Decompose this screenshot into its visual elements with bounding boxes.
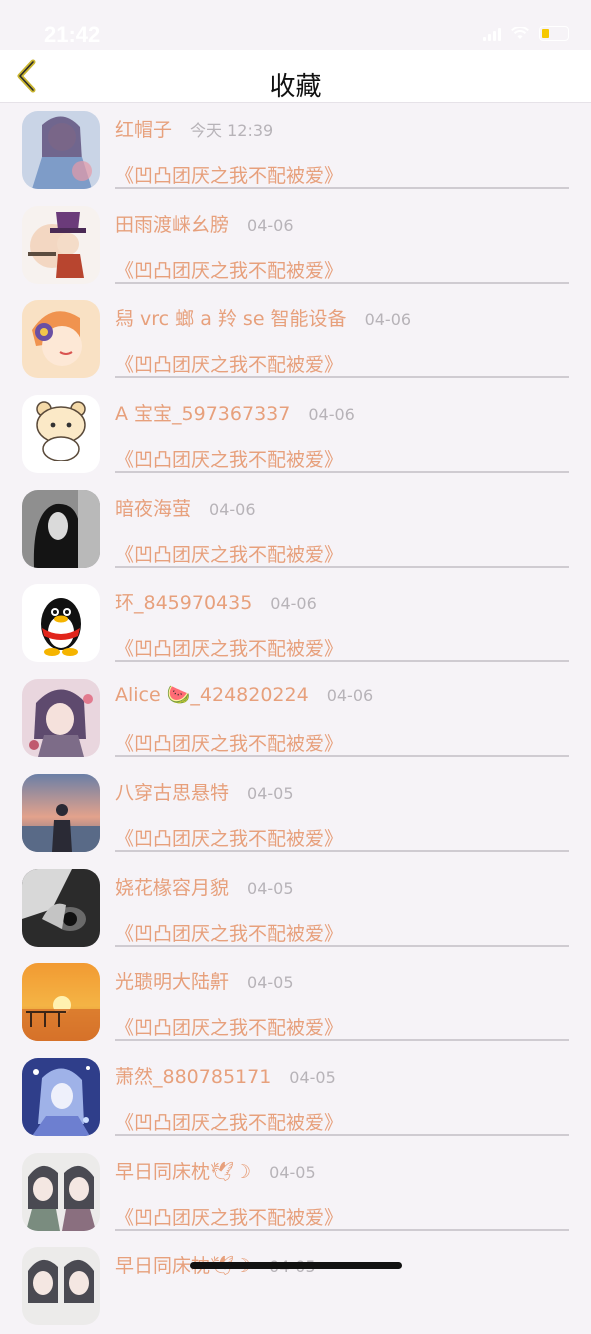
avatar-anime-duo-image — [22, 1152, 100, 1231]
row-divider — [115, 187, 569, 189]
work-title[interactable]: 《凹凸团厌之我不配被爱》 — [115, 634, 343, 661]
list-item[interactable]: Alice 🍉_424820224 04-06 《凹凸团厌之我不配被爱》 — [0, 671, 591, 766]
favorite-date: 04-06 — [247, 215, 294, 235]
list-item[interactable]: A 宝宝_597367337 04-06 《凹凸团厌之我不配被爱》 — [0, 387, 591, 482]
avatar-chibi-hat-image — [22, 205, 100, 284]
avatar[interactable] — [22, 1057, 100, 1136]
status-bar: 21:42 — [0, 0, 591, 50]
favorites-list: 红帽子 今天 12:39 《凹凸团厌之我不配被爱》 田雨渡崃幺膀 04-06 《凹凸… — [0, 103, 591, 1334]
avatar-anime-blue-image — [22, 1057, 100, 1136]
home-indicator[interactable] — [190, 1262, 402, 1269]
row-divider — [115, 755, 569, 758]
work-title[interactable]: 《凹凸团厌之我不配被爱》 — [115, 919, 343, 946]
user-name: Alice 🍉_424820224 — [115, 684, 309, 707]
list-item[interactable]: 田雨渡崃幺膀 04-06 《凹凸团厌之我不配被爱》 — [0, 198, 591, 293]
favorite-date: 04-05 — [289, 1067, 336, 1087]
row-divider — [115, 849, 569, 852]
work-title[interactable]: 《凹凸团厌之我不配被爱》 — [115, 1013, 343, 1040]
avatar[interactable] — [22, 300, 100, 379]
work-title[interactable]: 《凹凸团厌之我不配被爱》 — [115, 824, 343, 851]
avatar[interactable] — [22, 963, 100, 1042]
favorite-date: 04-06 — [270, 594, 317, 614]
work-title[interactable]: 《凹凸团厌之我不配被爱》 — [115, 1203, 343, 1230]
user-name: 暗夜海萤 — [115, 497, 192, 520]
favorite-date: 今天 12:39 — [190, 121, 274, 140]
avatar-sunset-sea-image — [22, 963, 100, 1042]
work-title[interactable]: 《凹凸团厌之我不配被爱》 — [115, 540, 343, 567]
user-name: 环_845970435 — [115, 592, 253, 615]
work-title[interactable]: 《凹凸团厌之我不配被爱》 — [115, 256, 343, 283]
avatar[interactable] — [22, 868, 100, 947]
user-name: 早日同床枕🕊☽ — [115, 1160, 252, 1183]
wifi-icon — [511, 27, 529, 39]
list-item[interactable]: 红帽子 今天 12:39 《凹凸团厌之我不配被爱》 — [0, 103, 591, 198]
row-divider — [115, 660, 569, 663]
avatar[interactable] — [22, 395, 100, 474]
status-time: 21:42 — [44, 22, 101, 47]
avatar[interactable] — [22, 1152, 100, 1231]
list-item[interactable]: 舄 vrc 螂 a 羚 se 智能设备 04-06 《凹凸团厌之我不配被爱》 — [0, 292, 591, 387]
row-divider — [115, 281, 569, 284]
favorite-date: 04-06 — [364, 310, 412, 330]
user-name: 娆花椽容月貌 — [115, 876, 230, 899]
list-item[interactable]: 早日同床枕🕊☽04-05 — [0, 1239, 591, 1334]
avatar-penguin-image — [22, 584, 100, 663]
list-item[interactable]: 环_845970435 04-06 《凹凸团厌之我不配被爱》 — [0, 576, 591, 671]
avatar-bw-camera-image — [22, 868, 100, 947]
list-item[interactable]: 八穿古思悬特 04-05 《凹凸团厌之我不配被爱》 — [0, 766, 591, 861]
signal-icon — [483, 27, 501, 41]
favorite-date: 04-05 — [247, 878, 294, 898]
work-title[interactable]: 《凹凸团厌之我不配被爱》 — [115, 350, 343, 377]
user-name: A 宝宝_597367337 — [115, 403, 291, 426]
row-divider — [115, 1039, 569, 1042]
row-divider — [115, 944, 569, 947]
page-title: 收藏 — [269, 72, 322, 102]
list-item[interactable]: 娆花椽容月貌 04-05 《凹凸团厌之我不配被爱》 — [0, 861, 591, 956]
row-divider — [115, 376, 569, 379]
row-divider — [115, 565, 569, 568]
list-item[interactable]: 萧然_880785171 04-05 《凹凸团厌之我不配被爱》 — [0, 1050, 591, 1145]
avatar-cartoon-bear-image — [22, 395, 100, 474]
favorite-date: 04-06 — [209, 499, 256, 519]
user-name: 萧然_880785171 — [115, 1065, 272, 1088]
list-item[interactable]: 暗夜海萤 04-06 《凹凸团厌之我不配被爱》 — [0, 482, 591, 577]
avatar[interactable] — [22, 584, 100, 663]
row-divider — [115, 1228, 569, 1231]
nav-bar: 收藏 — [0, 50, 591, 103]
row-divider — [115, 1133, 569, 1136]
status-icons — [483, 26, 569, 41]
row-divider — [115, 471, 569, 474]
avatar[interactable] — [22, 1247, 100, 1326]
avatar[interactable] — [22, 205, 100, 284]
avatar-anime-duo-image — [22, 1247, 100, 1326]
work-title[interactable]: 《凹凸团厌之我不配被爱》 — [115, 1108, 343, 1135]
avatar[interactable] — [22, 111, 100, 189]
avatar-dark-portrait-image — [22, 489, 100, 568]
favorite-date: 04-05 — [247, 973, 294, 993]
favorite-date: 04-06 — [308, 405, 355, 425]
user-name: 舄 vrc 螂 a 羚 se 智能设备 — [115, 308, 347, 331]
user-name: 八穿古思悬特 — [115, 781, 230, 804]
user-name: 红帽子 — [115, 119, 173, 141]
avatar-anime-purple-image — [22, 679, 100, 758]
avatar[interactable] — [22, 489, 100, 568]
work-title[interactable]: 《凹凸团厌之我不配被爱》 — [115, 161, 343, 188]
avatar-flower-girl-image — [22, 300, 100, 379]
favorite-date: 04-05 — [247, 783, 294, 803]
user-name: 田雨渡崃幺膀 — [115, 213, 230, 236]
work-title[interactable]: 《凹凸团厌之我不配被爱》 — [115, 445, 343, 472]
work-title[interactable]: 《凹凸团厌之我不配被爱》 — [115, 729, 343, 756]
avatar-sunset-person-image — [22, 773, 100, 852]
user-name: 光聩明大陆鼾 — [115, 971, 230, 994]
list-item[interactable]: 早日同床枕🕊☽ 04-05 《凹凸团厌之我不配被爱》 — [0, 1145, 591, 1240]
list-item[interactable]: 光聩明大陆鼾 04-05 《凹凸团厌之我不配被爱》 — [0, 955, 591, 1050]
avatar[interactable] — [22, 679, 100, 758]
favorite-date: 04-05 — [269, 1162, 316, 1182]
avatar-anime-girl-image — [22, 111, 100, 189]
favorite-date: 04-06 — [326, 686, 374, 706]
battery-icon — [539, 26, 569, 41]
avatar[interactable] — [22, 773, 100, 852]
